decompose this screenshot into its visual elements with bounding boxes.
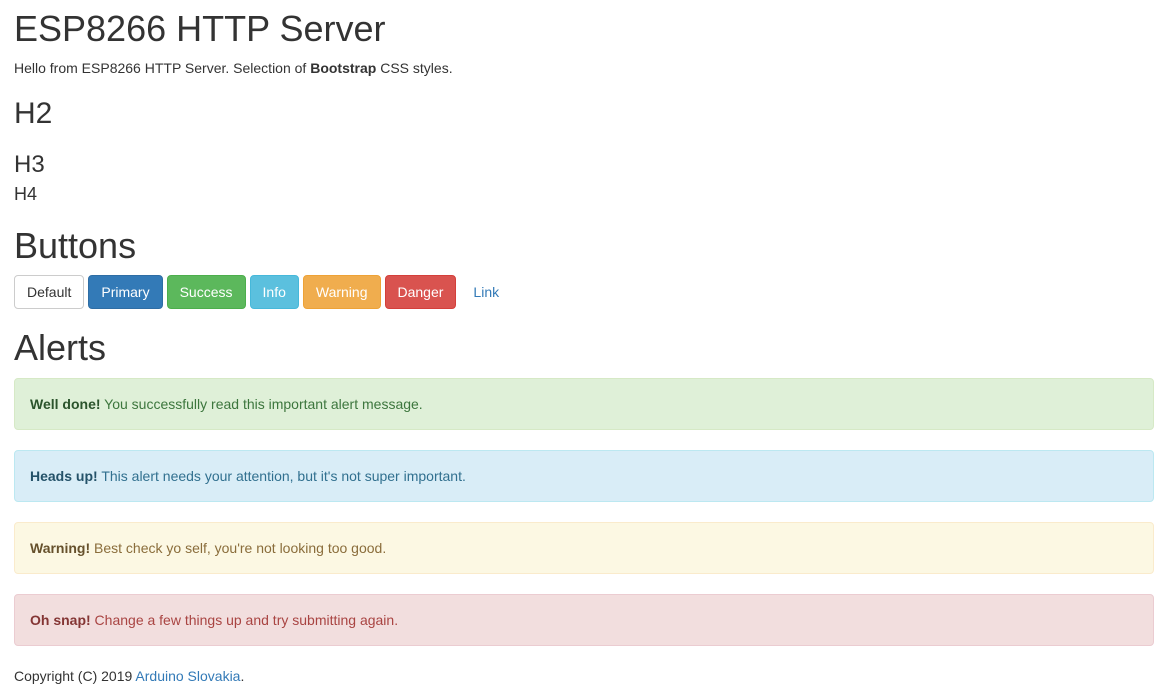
primary-button[interactable]: Primary xyxy=(88,275,163,309)
default-button[interactable]: Default xyxy=(14,275,85,309)
intro-text: Hello from ESP8266 HTTP Server. Selectio… xyxy=(14,60,453,76)
intro-suffix: CSS styles. xyxy=(376,60,453,76)
heading-h3: H3 xyxy=(14,151,45,178)
alert-success: Well done! You successfully read this im… xyxy=(14,378,1154,430)
danger-button[interactable]: Danger xyxy=(384,275,457,309)
alert-warning-text: Best check yo self, you're not looking t… xyxy=(90,540,387,556)
footer-link[interactable]: Arduino Slovakia xyxy=(135,668,240,684)
button-row: Default Primary Success Info Warning Dan… xyxy=(14,275,512,309)
alerts-title: Alerts xyxy=(14,327,107,368)
alert-info: Heads up! This alert needs your attentio… xyxy=(14,450,1154,502)
alert-info-strong: Heads up! xyxy=(30,468,98,484)
warning-button[interactable]: Warning xyxy=(302,275,381,309)
footer-suffix: . xyxy=(240,668,245,684)
alert-info-text: This alert needs your attention, but it'… xyxy=(97,468,466,484)
alert-danger: Oh snap! Change a few things up and try … xyxy=(14,594,1154,646)
success-button[interactable]: Success xyxy=(166,275,246,309)
info-button[interactable]: Info xyxy=(249,275,299,309)
alert-warning-strong: Warning! xyxy=(30,540,91,556)
heading-h4: H4 xyxy=(14,184,38,204)
alert-danger-text: Change a few things up and try submittin… xyxy=(90,612,399,628)
alert-danger-strong: Oh snap! xyxy=(30,612,91,628)
buttons-title: Buttons xyxy=(14,225,137,266)
alert-success-text: You successfully read this important ale… xyxy=(100,396,423,412)
alert-warning: Warning! Best check yo self, you're not … xyxy=(14,522,1154,574)
footer: Copyright (C) 2019 Arduino Slovakia. xyxy=(14,668,244,684)
alert-success-strong: Well done! xyxy=(30,396,101,412)
intro-bold: Bootstrap xyxy=(310,60,377,76)
intro-prefix: Hello from ESP8266 HTTP Server. Selectio… xyxy=(14,60,311,76)
link-button[interactable]: Link xyxy=(460,275,512,309)
heading-h2: H2 xyxy=(14,97,53,130)
page-title: ESP8266 HTTP Server xyxy=(14,8,386,49)
footer-prefix: Copyright (C) 2019 xyxy=(14,668,136,684)
